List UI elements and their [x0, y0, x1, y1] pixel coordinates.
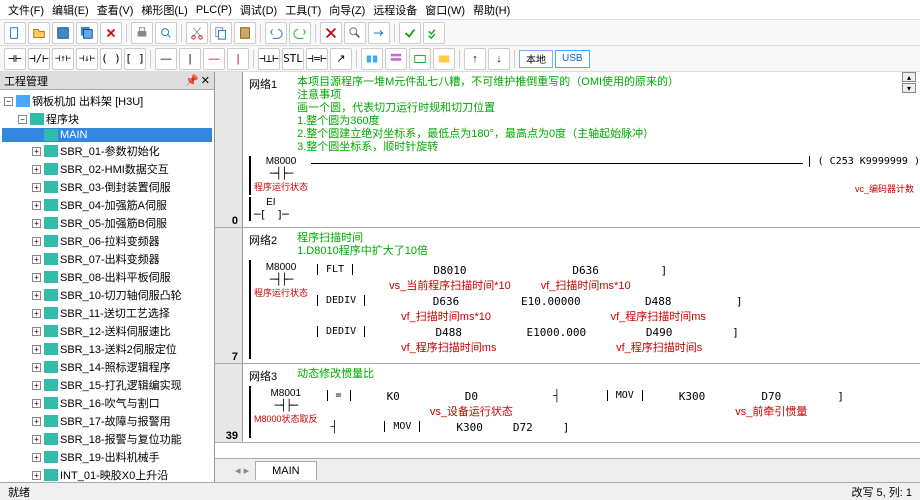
panel-pin-icon[interactable]: 📌 [185, 74, 199, 87]
compile-button[interactable] [399, 22, 421, 44]
tree-item[interactable]: +INT_01-映胶X0上升沿 [2, 466, 212, 482]
compile-all-button[interactable] [423, 22, 445, 44]
status-bar: 就绪 改写 5, 列: 1 [0, 482, 920, 500]
undo-button[interactable] [265, 22, 287, 44]
tab-main[interactable]: MAIN [255, 461, 317, 480]
menu-file[interactable]: 文件(F) [4, 0, 48, 20]
print-button[interactable] [131, 22, 153, 44]
save-button[interactable] [52, 22, 74, 44]
tree-item[interactable]: +SBR_16-吹气与割口 [2, 394, 212, 412]
tree-item[interactable]: +SBR_19-出料机械手 [2, 448, 212, 466]
tree-main[interactable]: +MAIN [2, 128, 212, 142]
tree-root[interactable]: −钢板机加 出料架 [H3U] [2, 92, 212, 110]
goto-button[interactable] [368, 22, 390, 44]
menu-edit[interactable]: 编辑(E) [48, 0, 93, 20]
menu-ladder[interactable]: 梯形图(L) [137, 0, 191, 20]
menu-help[interactable]: 帮助(H) [469, 0, 514, 20]
tree-item[interactable]: +SBR_07-出料变频器 [2, 250, 212, 268]
tree-item[interactable]: +SBR_17-故障与报警用 [2, 412, 212, 430]
tree-item[interactable]: +SBR_05-加强筋B伺服 [2, 214, 212, 232]
contact-n-button[interactable]: ⊣↓⊢ [76, 48, 98, 70]
tree-item[interactable]: +SBR_12-送料伺服速比 [2, 322, 212, 340]
tree-item[interactable]: +SBR_02-HMI数据交互 [2, 160, 212, 178]
panel-close-icon[interactable]: ✕ [201, 74, 210, 87]
inst4-button[interactable] [433, 48, 455, 70]
copy-button[interactable] [210, 22, 232, 44]
menu-win[interactable]: 窗口(W) [421, 0, 469, 20]
conn-local[interactable]: 本地 [519, 50, 553, 68]
saveall-button[interactable] [76, 22, 98, 44]
tree-item[interactable]: +SBR_15-打孔逻辑编实现 [2, 376, 212, 394]
step-button[interactable]: STL [282, 48, 304, 70]
cut-button[interactable] [186, 22, 208, 44]
panel-title: 工程管理 [4, 73, 48, 89]
menu-view[interactable]: 查看(V) [93, 0, 138, 20]
menu-plc[interactable]: PLC(P) [192, 2, 236, 18]
preview-button[interactable] [155, 22, 177, 44]
tree-item[interactable]: +SBR_01-参数初始化 [2, 142, 212, 160]
vline-button[interactable]: | [179, 48, 201, 70]
tree-item[interactable]: +SBR_06-拉料变频器 [2, 232, 212, 250]
new-button[interactable] [4, 22, 26, 44]
project-panel: 工程管理 📌 ✕ −钢板机加 出料架 [H3U] −程序块 +MAIN +SBR… [0, 72, 215, 482]
status-right: 改写 5, 列: 1 [851, 484, 912, 500]
comp-button[interactable]: ⊣=⊢ [306, 48, 328, 70]
open-button[interactable] [28, 22, 50, 44]
tree-item[interactable]: +SBR_10-切刀轴伺服凸轮 [2, 286, 212, 304]
menu-tools[interactable]: 工具(T) [281, 0, 325, 20]
tree-item[interactable]: +SBR_08-出料平板伺服 [2, 268, 212, 286]
delete-button[interactable] [320, 22, 342, 44]
inst1-button[interactable] [361, 48, 383, 70]
editor-tabs: ◂ ▸ MAIN [215, 458, 920, 482]
menu-debug[interactable]: 调试(D) [236, 0, 281, 20]
toolbar-2: ⊣⊢ ⊣/⊢ ⊣↑⊢ ⊣↓⊢ ( ) [ ] — | — | ⊣⊥⊢ STL ⊣… [0, 46, 920, 72]
contact-nc-button[interactable]: ⊣/⊢ [28, 48, 50, 70]
tree-item[interactable]: +SBR_04-加强筋A伺服 [2, 196, 212, 214]
project-tree[interactable]: −钢板机加 出料架 [H3U] −程序块 +MAIN +SBR_01-参数初始化… [0, 90, 214, 482]
contact-no-button[interactable]: ⊣⊢ [4, 48, 26, 70]
tree-blocks[interactable]: −程序块 [2, 110, 212, 128]
ladder-area[interactable]: ▴▾ 0网络1本项目源程序一堆M元件乱七八糟，不可维护推倒重写的（OMI使用的原… [215, 72, 920, 458]
up-button[interactable]: ↑ [464, 48, 486, 70]
tree-item[interactable]: +SBR_11-送切工艺选择 [2, 304, 212, 322]
coil-button[interactable]: ( ) [100, 48, 122, 70]
down-button[interactable]: ↓ [488, 48, 510, 70]
menu-bar: 文件(F) 编辑(E) 查看(V) 梯形图(L) PLC(P) 调试(D) 工具… [0, 0, 920, 20]
inst2-button[interactable] [385, 48, 407, 70]
ladder-editor: ▴▾ 0网络1本项目源程序一堆M元件乱七八糟，不可维护推倒重写的（OMI使用的原… [215, 72, 920, 482]
scroll-down-icon[interactable]: ▾ [902, 83, 916, 93]
close-button[interactable] [100, 22, 122, 44]
menu-rprog[interactable]: 远程设备 [369, 0, 421, 20]
tree-item[interactable]: +SBR_03-倒封装置伺服 [2, 178, 212, 196]
contact-p-button[interactable]: ⊣↑⊢ [52, 48, 74, 70]
hline-button[interactable]: — [155, 48, 177, 70]
inst3-button[interactable] [409, 48, 431, 70]
redo-button[interactable] [289, 22, 311, 44]
tree-item[interactable]: +SBR_18-报警与复位功能 [2, 430, 212, 448]
paste-button[interactable] [234, 22, 256, 44]
not-button[interactable]: ↗ [330, 48, 352, 70]
inv-button[interactable]: ⊣⊥⊢ [258, 48, 280, 70]
tree-item[interactable]: +SBR_13-送料2伺服定位 [2, 340, 212, 358]
hline-del-button[interactable]: — [203, 48, 225, 70]
conn-usb[interactable]: USB [555, 50, 590, 68]
tree-item[interactable]: +SBR_14-照标逻辑程序 [2, 358, 212, 376]
vline-del-button[interactable]: | [227, 48, 249, 70]
scroll-up-icon[interactable]: ▴ [902, 72, 916, 82]
find-button[interactable] [344, 22, 366, 44]
menu-nav[interactable]: 向导(Z) [325, 0, 369, 20]
func-button[interactable]: [ ] [124, 48, 146, 70]
status-left: 就绪 [8, 484, 30, 500]
toolbar-1 [0, 20, 920, 46]
